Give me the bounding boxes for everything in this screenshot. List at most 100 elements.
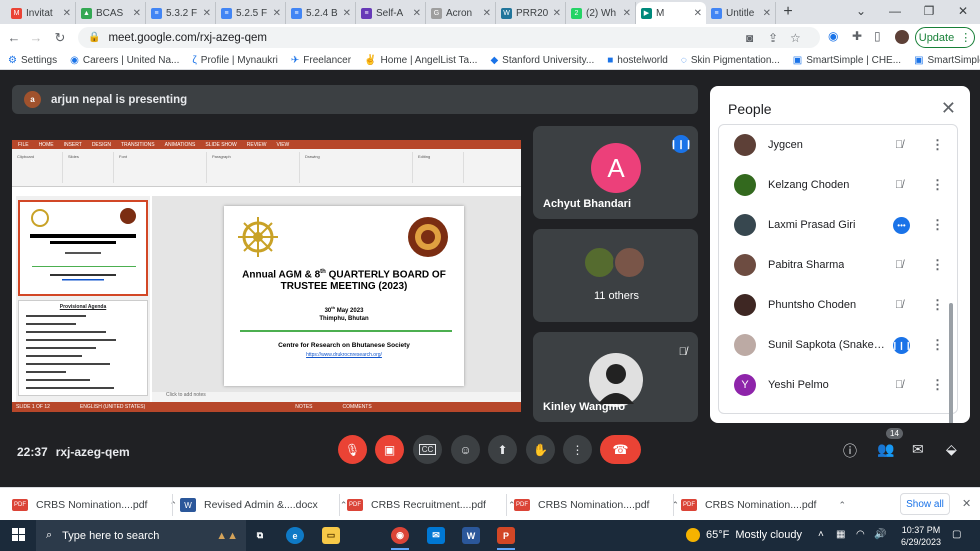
download-item[interactable]: PDF CRBS Nomination....pdf ⌃ bbox=[12, 495, 177, 515]
close-tab-icon[interactable]: ✕ bbox=[343, 8, 351, 19]
wifi-icon[interactable]: ◠ bbox=[856, 529, 865, 540]
chat-icon[interactable]: ✉ bbox=[912, 441, 924, 458]
close-tab-icon[interactable]: ✕ bbox=[273, 8, 281, 19]
browser-tab[interactable]: ▲ BCAS ✕ bbox=[76, 2, 146, 24]
network-icon[interactable]: ▦ bbox=[836, 529, 845, 540]
participant-row[interactable]: Phuntsho Choden 🎙̸ ⋮ bbox=[719, 285, 959, 325]
bookmark-item[interactable]: ⚙ Settings bbox=[8, 55, 57, 66]
more-vert-icon[interactable]: ⋮ bbox=[931, 137, 944, 153]
more-options-button[interactable]: ⋮ bbox=[563, 435, 592, 464]
download-item[interactable]: PDF CRBS Nomination....pdf ⌃ bbox=[514, 495, 679, 515]
browser-tab[interactable]: ≡ 5.2.4 B ✕ bbox=[286, 2, 356, 24]
browser-tab[interactable]: ≡ 5.3.2 F ✕ bbox=[146, 2, 216, 24]
chevron-up-icon[interactable]: ⌃ bbox=[838, 500, 846, 511]
close-tab-icon[interactable]: ✕ bbox=[413, 8, 421, 19]
info-icon[interactable]: ⓘ bbox=[843, 441, 857, 461]
download-item[interactable]: W Revised Admin &....docx ⌃ bbox=[180, 495, 347, 515]
back-icon[interactable]: ← bbox=[2, 30, 26, 45]
captions-button[interactable]: CC bbox=[413, 435, 442, 464]
activities-icon[interactable]: ⬙ bbox=[946, 441, 957, 458]
camera-toggle[interactable]: ▣ bbox=[375, 435, 404, 464]
close-icon[interactable]: ✕ bbox=[941, 98, 956, 119]
bookmark-item[interactable]: ✌ Home | AngelList Ta... bbox=[364, 55, 477, 66]
taskbar-clock[interactable]: 10:37 PM 6/29/2023 bbox=[898, 524, 944, 548]
participant-tile-others[interactable]: 11 others bbox=[533, 229, 698, 322]
bookmark-item[interactable]: ζ Profile | Mynaukri bbox=[192, 55, 278, 66]
present-button[interactable]: ⬆ bbox=[488, 435, 517, 464]
people-icon[interactable]: 👥 bbox=[877, 441, 894, 458]
browser-tab[interactable]: ▶ M ✕ bbox=[636, 2, 706, 24]
reactions-button[interactable]: ☺ bbox=[451, 435, 480, 464]
bookmark-item[interactable]: ◌ Skin Pigmentation... bbox=[681, 55, 780, 66]
show-all-downloads-button[interactable]: Show all bbox=[900, 493, 950, 515]
bookmark-item[interactable]: ✈ Freelancer bbox=[291, 55, 351, 66]
browser-tab[interactable]: ≡ Untitle ✕ bbox=[706, 2, 776, 24]
leave-call-button[interactable]: ☎ bbox=[600, 435, 641, 464]
close-tab-icon[interactable]: ✕ bbox=[763, 8, 771, 19]
camera-icon[interactable]: ◙ bbox=[746, 31, 753, 45]
participant-row[interactable]: Pabitra Sharma 🎙̸ ⋮ bbox=[719, 245, 959, 285]
taskbar-search[interactable]: ⌕ Type here to search ▲▲ bbox=[36, 520, 246, 551]
bookmark-item[interactable]: ◉ Careers | United Na... bbox=[70, 55, 179, 66]
close-window-icon[interactable]: ✕ bbox=[946, 0, 980, 22]
raise-hand-button[interactable]: ✋ bbox=[526, 435, 555, 464]
close-icon[interactable]: ✕ bbox=[962, 497, 971, 510]
bookmark-item[interactable]: ◆ Stanford University... bbox=[490, 55, 594, 66]
participant-row[interactable]: Jygcen 🎙̸ ⋮ bbox=[719, 125, 959, 165]
task-view-icon[interactable]: ⧉ bbox=[251, 527, 269, 544]
update-button[interactable]: Update ⋮ bbox=[915, 27, 975, 48]
reload-icon[interactable]: ↻ bbox=[48, 30, 72, 46]
more-vert-icon[interactable]: ⋮ bbox=[931, 377, 944, 393]
profile-avatar[interactable] bbox=[895, 30, 909, 44]
download-item[interactable]: PDF CRBS Nomination....pdf ⌃ bbox=[681, 495, 846, 515]
more-vert-icon[interactable]: ⋮ bbox=[931, 337, 944, 353]
chevron-up-icon[interactable]: ⌃ bbox=[169, 500, 177, 511]
file-explorer-icon[interactable]: ▭ bbox=[322, 527, 340, 544]
mail-icon[interactable]: ✉ bbox=[427, 527, 445, 544]
close-tab-icon[interactable]: ✕ bbox=[133, 8, 141, 19]
browser-tab[interactable]: W PRR20 ✕ bbox=[496, 2, 566, 24]
more-vert-icon[interactable]: ⋮ bbox=[931, 257, 944, 273]
close-tab-icon[interactable]: ✕ bbox=[693, 7, 702, 19]
close-tab-icon[interactable]: ✕ bbox=[623, 8, 631, 19]
browser-tab[interactable]: ≡ 5.2.5 F ✕ bbox=[216, 2, 286, 24]
bookmark-item[interactable]: ▣SmartSimple - Can... bbox=[914, 55, 980, 66]
minimize-icon[interactable]: — bbox=[878, 0, 912, 22]
restore-icon[interactable]: ❐ bbox=[912, 0, 946, 22]
volume-icon[interactable]: 🔊 bbox=[874, 529, 886, 540]
browser-tab[interactable]: ≡ Self-A ✕ bbox=[356, 2, 426, 24]
tray-chevron-icon[interactable]: ˄ bbox=[818, 529, 824, 540]
weather-widget[interactable]: 65°F Mostly cloudy bbox=[686, 528, 802, 542]
more-vert-icon[interactable]: ⋮ bbox=[931, 177, 944, 193]
participant-tile-kinley[interactable]: 🎙̸ Kinley Wangmo bbox=[533, 332, 698, 422]
participant-row[interactable]: Y Yeshi Pelmo 🎙̸ ⋮ bbox=[719, 365, 959, 405]
word-icon[interactable]: W bbox=[462, 527, 480, 544]
participant-row[interactable]: Kelzang Choden 🎙̸ ⋮ bbox=[719, 165, 959, 205]
bookmark-item[interactable]: ■ hostelworld bbox=[607, 55, 668, 66]
participant-tile-achyut[interactable]: A ❙❙❙ Achyut Bhandari bbox=[533, 126, 698, 219]
forward-icon[interactable]: → bbox=[24, 30, 48, 45]
new-tab-icon[interactable]: + bbox=[776, 2, 800, 24]
notifications-icon[interactable]: ▢ bbox=[952, 529, 961, 540]
puzzle-icon[interactable]: ✚ bbox=[852, 29, 862, 43]
close-tab-icon[interactable]: ✕ bbox=[483, 8, 491, 19]
close-tab-icon[interactable]: ✕ bbox=[203, 8, 211, 19]
slide-thumbnail-2[interactable]: Provisional Agenda bbox=[18, 300, 148, 396]
chrome-icon[interactable]: ◉ bbox=[391, 527, 409, 544]
bookmark-item[interactable]: ▣ SmartSimple | CHE... bbox=[793, 55, 901, 66]
download-item[interactable]: PDF CRBS Recruitment....pdf ⌃ bbox=[347, 495, 516, 515]
close-tab-icon[interactable]: ✕ bbox=[63, 8, 71, 19]
address-bar[interactable]: 🔒 meet.google.com/rxj-azeg-qem ◙ ⇪ ☆ bbox=[78, 27, 820, 48]
star-icon[interactable]: ☆ bbox=[790, 31, 801, 45]
slide-thumbnail-1[interactable] bbox=[18, 200, 148, 296]
tab-search-icon[interactable]: ⌄ bbox=[844, 0, 878, 22]
browser-tab[interactable]: G Acron ✕ bbox=[426, 2, 496, 24]
close-tab-icon[interactable]: ✕ bbox=[553, 8, 561, 19]
share-icon[interactable]: ⇪ bbox=[768, 31, 778, 45]
windows-start-icon[interactable] bbox=[12, 528, 26, 542]
sidepanel-icon[interactable]: ▯ bbox=[874, 29, 881, 43]
participant-row[interactable]: Laxmi Prasad Giri ••• ⋮ bbox=[719, 205, 959, 245]
browser-tab[interactable]: 2 (2) Wh ✕ bbox=[566, 2, 636, 24]
extension-icon[interactable]: ◉ bbox=[828, 29, 838, 43]
more-vert-icon[interactable]: ⋮ bbox=[931, 217, 944, 233]
